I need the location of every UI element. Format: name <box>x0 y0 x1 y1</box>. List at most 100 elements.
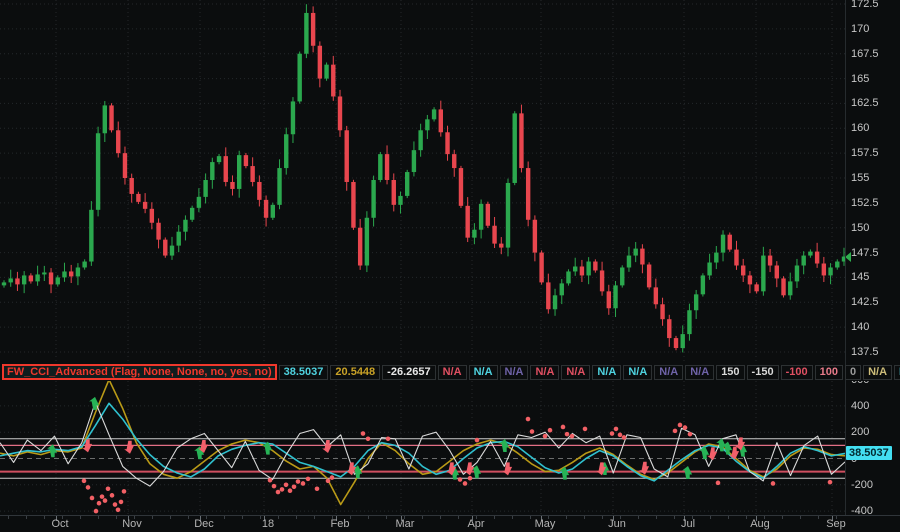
minor-tick <box>152 516 153 519</box>
month-label: Feb <box>331 518 350 530</box>
minor-tick <box>116 516 117 519</box>
minor-tick <box>638 516 639 519</box>
price-tick-label: 142.5 <box>851 296 879 308</box>
price-tick-label: 162.5 <box>851 97 879 109</box>
price-tick-label: 170 <box>851 23 869 35</box>
month-label: 18 <box>262 518 274 530</box>
cci-indicator-panel[interactable] <box>0 381 845 515</box>
minor-tick <box>728 516 729 519</box>
cci-tick-label: 200 <box>851 426 869 438</box>
month-label: Mar <box>396 518 415 530</box>
month-label: Aug <box>750 518 770 530</box>
month-label: Jul <box>681 518 695 530</box>
month-label: Jun <box>608 518 626 530</box>
minor-tick <box>296 516 297 519</box>
price-tick-label: 167.5 <box>851 48 879 60</box>
price-tick-label: 145 <box>851 271 869 283</box>
minor-tick <box>818 516 819 519</box>
cci-oscillator-chart[interactable] <box>0 381 845 515</box>
minor-tick <box>350 516 351 519</box>
minor-tick <box>674 516 675 519</box>
price-tick-label: 165 <box>851 73 869 85</box>
minor-tick <box>224 516 225 519</box>
cci-tick-label: -200 <box>851 479 873 491</box>
minor-tick <box>422 516 423 519</box>
minor-tick <box>800 516 801 519</box>
study-value-cell: -100 <box>781 365 813 380</box>
study-value-cell: N/A <box>500 365 529 380</box>
cci-tick-label: 400 <box>851 400 869 412</box>
study-value-cell: N/A <box>438 365 467 380</box>
minor-tick <box>602 516 603 519</box>
study-value-cell: N/A <box>654 365 683 380</box>
minor-tick <box>584 516 585 519</box>
minor-tick <box>26 516 27 519</box>
time-axis[interactable]: Oct Nov Dec 18 Feb Mar Apr May Jun Jul Aug Sep <box>0 515 900 532</box>
price-chart-panel[interactable] <box>0 0 845 363</box>
study-value-cell: 0 <box>845 365 861 380</box>
minor-tick <box>98 516 99 519</box>
cci-levels <box>0 439 845 478</box>
trading-chart-window: 172.5 170 167.5 165 162.5 160 157.5 155 152.5 150… <box>0 0 900 532</box>
minor-tick <box>242 516 243 519</box>
study-value-cell: N/A <box>863 365 892 380</box>
study-value-cell: 38.5037 <box>279 365 329 380</box>
study-value-cell: N/A <box>894 365 900 380</box>
study-value-cell: 20.5448 <box>330 365 380 380</box>
minor-tick <box>260 516 261 519</box>
price-tick-label: 172.5 <box>851 0 879 10</box>
month-label: Nov <box>122 518 142 530</box>
study-value-cell: 100 <box>815 365 843 380</box>
minor-tick <box>440 516 441 519</box>
study-value-cell: N/A <box>561 365 590 380</box>
minor-tick <box>746 516 747 519</box>
minor-tick <box>278 516 279 519</box>
study-value-cell: N/A <box>685 365 714 380</box>
minor-tick <box>458 516 459 519</box>
minor-tick <box>386 516 387 519</box>
price-tick-label: 147.5 <box>851 247 879 259</box>
buy-arrows <box>47 397 747 480</box>
study-value-cell: 150 <box>716 365 744 380</box>
study-value-cell: N/A <box>469 365 498 380</box>
price-tick-label: 157.5 <box>851 147 879 159</box>
price-axis[interactable]: 172.5 170 167.5 165 162.5 160 157.5 155 152.5 150… <box>846 0 900 363</box>
cci-tick-label: 600 <box>851 381 869 386</box>
price-tick-label: 150 <box>851 222 869 234</box>
price-tick-label: 137.5 <box>851 346 879 358</box>
study-label[interactable]: FW_CCI_Advanced (Flag, None, None, no, y… <box>2 364 277 380</box>
price-tick-label: 152.5 <box>851 197 879 209</box>
minor-tick <box>710 516 711 519</box>
price-grid <box>0 0 845 363</box>
month-label: May <box>535 518 556 530</box>
minor-tick <box>170 516 171 519</box>
minor-tick <box>512 516 513 519</box>
price-tick-label: 155 <box>851 172 869 184</box>
study-value-cell: N/A <box>623 365 652 380</box>
candlestick-chart[interactable] <box>0 0 845 363</box>
price-tick-label: 160 <box>851 122 869 134</box>
month-label: Oct <box>51 518 68 530</box>
minor-tick <box>80 516 81 519</box>
minor-tick <box>566 516 567 519</box>
study-value-cell: N/A <box>530 365 559 380</box>
study-value-cell: N/A <box>592 365 621 380</box>
minor-tick <box>782 516 783 519</box>
month-label: Apr <box>467 518 484 530</box>
minor-tick <box>530 516 531 519</box>
cci-value-badge: 38.5037 <box>846 446 892 460</box>
study-value-cell: -150 <box>747 365 779 380</box>
minor-tick <box>314 516 315 519</box>
minor-tick <box>656 516 657 519</box>
month-label: Sep <box>826 518 846 530</box>
minor-tick <box>44 516 45 519</box>
minor-tick <box>494 516 495 519</box>
cci-tick-label: -400 <box>851 505 873 515</box>
study-value-cell: -26.2657 <box>382 365 435 380</box>
price-tick-label: 140 <box>851 321 869 333</box>
minor-tick <box>188 516 189 519</box>
minor-tick <box>8 516 9 519</box>
minor-tick <box>368 516 369 519</box>
month-label: Dec <box>194 518 214 530</box>
study-row: FW_CCI_Advanced (Flag, None, None, no, y… <box>2 363 845 381</box>
